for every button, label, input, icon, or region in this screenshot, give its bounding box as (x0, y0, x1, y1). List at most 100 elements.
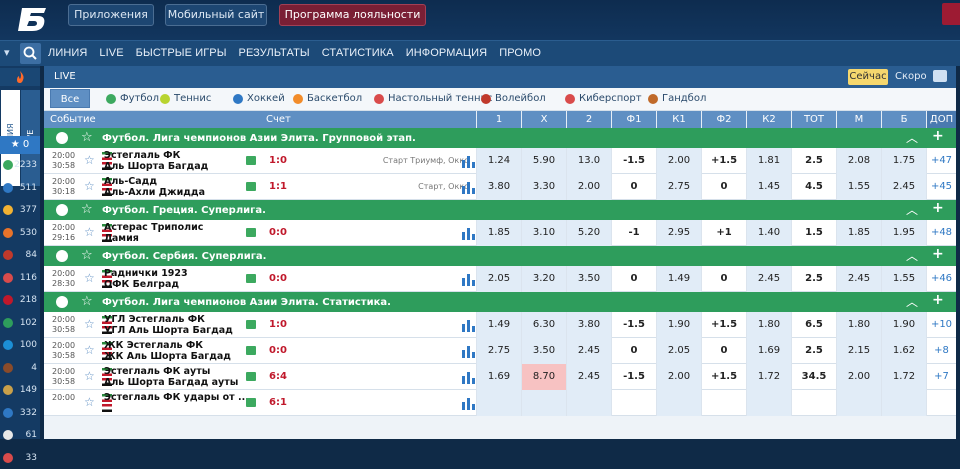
odds-cell[interactable]: 0 (611, 266, 656, 292)
stats-icon[interactable] (462, 226, 475, 240)
stats-icon[interactable] (462, 318, 475, 332)
star-icon[interactable]: ☆ (84, 225, 95, 239)
odds-cell[interactable]: 1.72 (746, 364, 791, 390)
sidebar-item-water-polo[interactable]: 100 (0, 334, 40, 356)
filter-basketball[interactable]: Баскетбол (293, 93, 362, 104)
odds-cell[interactable]: 0 (611, 338, 656, 364)
odds-cell[interactable]: 6.30 (521, 312, 566, 338)
column-header[interactable]: ТОТ (791, 111, 836, 129)
star-icon[interactable]: ☆ (84, 153, 95, 167)
odds-cell[interactable]: 0 (611, 174, 656, 200)
star-icon[interactable]: ☆ (84, 271, 95, 285)
column-header[interactable]: К2 (746, 111, 791, 129)
soon-toggle[interactable]: Скоро (895, 71, 927, 82)
odds-cell[interactable]: 1.90 (656, 312, 701, 338)
filter-cybersport[interactable]: Киберспорт (565, 93, 642, 104)
star-icon[interactable]: ☆ (84, 343, 95, 357)
team-2[interactable]: ОФК Белград (104, 279, 179, 290)
odds-cell[interactable]: +1.5 (701, 364, 746, 390)
odds-cell[interactable]: 3.80 (476, 174, 521, 200)
odds-cell[interactable]: 2.5 (791, 338, 836, 364)
sidebar-item-hockey[interactable]: 377 (0, 199, 40, 221)
logo-icon[interactable] (14, 4, 54, 34)
tv-icon[interactable] (246, 182, 256, 191)
tv-icon[interactable] (246, 228, 256, 237)
odds-cell[interactable] (521, 390, 566, 416)
star-icon[interactable]: ☆ (81, 202, 93, 217)
stats-icon[interactable] (462, 272, 475, 286)
odds-cell[interactable]: 2.08 (836, 148, 881, 174)
table-row[interactable]: 20:00 ☆ Эстеглаль ФК удары от ... 6:1 (44, 390, 956, 416)
team-2[interactable]: Аль Шорта Багдад ауты (104, 377, 238, 388)
filter-handball[interactable]: Гандбол (648, 93, 706, 104)
table-row[interactable]: 20:00 30:58 ☆ Эстеглаль ФК ауты Аль Шорта Ба… (44, 364, 956, 390)
odds-cell[interactable]: 1.55 (881, 266, 926, 292)
league-header[interactable]: ☆ Футбол. Лига чемпионов Азии Элита. Стат… (44, 292, 956, 312)
odds-cell[interactable]: 1.69 (746, 338, 791, 364)
filter-tennis[interactable]: Теннис (160, 93, 211, 104)
odds-cell[interactable] (701, 390, 746, 416)
more-markets-link[interactable] (926, 390, 956, 416)
sidebar-item-basketball[interactable]: 530 (0, 222, 40, 244)
odds-cell[interactable]: 5.90 (521, 148, 566, 174)
sidebar-item-darts[interactable]: 33 (0, 447, 40, 469)
odds-cell[interactable]: 13.0 (566, 148, 611, 174)
star-icon[interactable]: ☆ (81, 294, 93, 309)
stats-icon[interactable] (462, 396, 475, 410)
odds-cell[interactable]: 3.50 (521, 338, 566, 364)
odds-cell[interactable]: 2.45 (566, 364, 611, 390)
odds-cell[interactable]: 1.75 (881, 148, 926, 174)
tv-icon[interactable] (246, 274, 256, 283)
filter-table-tennis[interactable]: Настольный теннис (374, 93, 493, 104)
filter-all[interactable]: Все (50, 89, 90, 108)
odds-cell[interactable]: 1.49 (476, 312, 521, 338)
odds-cell[interactable]: 1.55 (836, 174, 881, 200)
odds-cell[interactable]: -1.5 (611, 364, 656, 390)
star-icon[interactable]: ☆ (81, 130, 93, 145)
odds-cell[interactable]: -1.5 (611, 312, 656, 338)
add-icon[interactable]: + (932, 128, 944, 144)
filter-football[interactable]: Футбол (106, 93, 159, 104)
odds-cell[interactable]: 2.5 (791, 148, 836, 174)
odds-cell[interactable]: 1.40 (746, 220, 791, 246)
odds-cell[interactable] (566, 390, 611, 416)
team-1[interactable]: ЖК Эстеглаль ФК (104, 340, 203, 351)
odds-cell[interactable]: 2.45 (881, 174, 926, 200)
column-header[interactable]: Ф1 (611, 111, 656, 129)
more-markets-link[interactable]: +46 (926, 266, 956, 292)
odds-cell[interactable]: 1.24 (476, 148, 521, 174)
collapse-icon[interactable]: ︿ (906, 129, 918, 146)
sidebar-item-volleyball[interactable]: 116 (0, 267, 40, 289)
nav-item-live[interactable]: LIVE (99, 47, 123, 59)
star-icon[interactable]: ☆ (84, 317, 95, 331)
odds-cell[interactable]: 3.50 (566, 266, 611, 292)
odds-cell[interactable]: 3.20 (521, 266, 566, 292)
odds-cell[interactable]: 2.75 (476, 338, 521, 364)
odds-cell[interactable]: +1 (701, 220, 746, 246)
nav-item-results[interactable]: РЕЗУЛЬТАТЫ (239, 47, 310, 59)
apps-button[interactable]: Приложения (68, 4, 154, 26)
more-markets-link[interactable]: +47 (926, 148, 956, 174)
odds-cell[interactable]: 1.95 (881, 220, 926, 246)
team-1[interactable]: Аль-Садд (104, 176, 157, 187)
odds-cell[interactable]: 0 (701, 174, 746, 200)
column-header[interactable]: Ф2 (701, 111, 746, 129)
tv-icon[interactable] (246, 320, 256, 329)
odds-cell[interactable]: 2.45 (746, 266, 791, 292)
team-1[interactable]: Астерас Триполис (104, 222, 203, 233)
sidebar-item-cybersport[interactable]: 218 (0, 289, 40, 311)
odds-cell[interactable]: 1.62 (881, 338, 926, 364)
odds-cell[interactable]: -1.5 (611, 148, 656, 174)
odds-cell[interactable] (476, 390, 521, 416)
odds-cell[interactable]: 1.5 (791, 220, 836, 246)
odds-cell[interactable]: 1.69 (476, 364, 521, 390)
odds-cell[interactable]: 1.90 (881, 312, 926, 338)
stats-icon[interactable] (462, 344, 475, 358)
team-2[interactable]: УГЛ Аль Шорта Багдад (104, 325, 233, 336)
collapse-icon[interactable]: ︿ (906, 201, 918, 218)
team-2[interactable]: Ламия (104, 233, 139, 244)
odds-cell[interactable]: 3.10 (521, 220, 566, 246)
odds-cell[interactable]: 8.70 (521, 364, 566, 390)
odds-cell[interactable]: 2.05 (476, 266, 521, 292)
odds-cell[interactable]: 1.45 (746, 174, 791, 200)
